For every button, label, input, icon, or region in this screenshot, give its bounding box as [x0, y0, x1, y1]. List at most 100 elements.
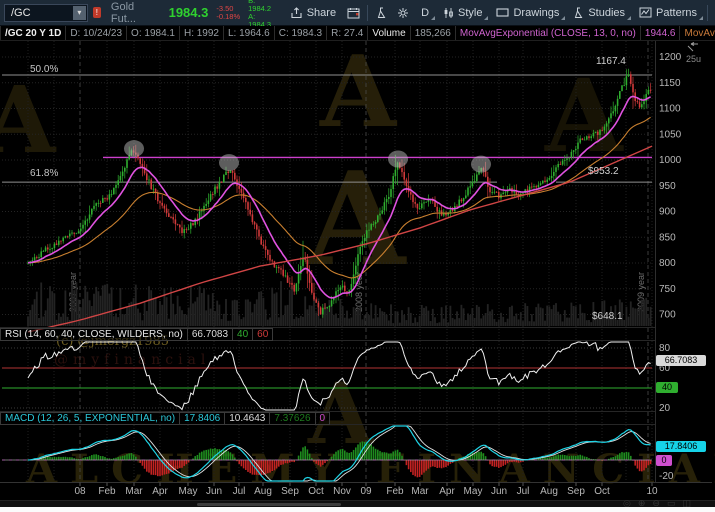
change-percent: -0.18%	[216, 13, 240, 21]
svg-text:Nov: Nov	[333, 486, 351, 497]
dropdown-corner-icon	[627, 16, 631, 20]
svg-text:Oct: Oct	[308, 486, 324, 497]
price-axis[interactable]: 1200115011001050100095090085080075070080…	[659, 52, 682, 482]
svg-text:Jun: Jun	[491, 486, 507, 497]
svg-text:950: 950	[659, 181, 676, 192]
svg-text:10: 10	[646, 486, 658, 497]
watermark-email: @myfinancial	[54, 352, 210, 368]
bid-value: B: 1984.2	[248, 0, 277, 13]
study-movavgexp-label[interactable]: MovAvgExponential (CLOSE, 13, 0, no)	[456, 26, 641, 40]
top-toolbar: /GC ▾ ! Gold Fut... 1984.3 -3.50 -0.18% …	[0, 0, 715, 26]
patterns-icon	[639, 7, 652, 18]
calendar-button[interactable]	[343, 4, 364, 22]
time-axis[interactable]: 08FebMarAprMayJunJulAugSepOctNov09FebMar…	[74, 483, 658, 498]
svg-text:Apr: Apr	[152, 486, 168, 497]
dropdown-corner-icon	[431, 16, 435, 20]
scrollbar-thumb[interactable]	[197, 503, 341, 506]
study-movavg-label[interactable]: MovAvg...	[680, 26, 715, 40]
svg-text:Oct: Oct	[594, 486, 610, 497]
price-callout-low: $648.1	[592, 311, 623, 322]
rsi-value: 66.7083	[188, 328, 233, 341]
fib-618-label[interactable]: 61.8%	[30, 168, 58, 179]
svg-text:1150: 1150	[659, 78, 681, 89]
toolbar-separator	[707, 5, 708, 21]
peak-ellipse-drawing[interactable]	[471, 156, 491, 173]
ohlc-low: L: 1964.6	[224, 26, 275, 40]
price-callout-high: 1167.4	[596, 56, 626, 67]
studies-button[interactable]: Studies	[566, 4, 632, 22]
share-label: Share	[307, 7, 336, 19]
macd-label[interactable]: MACD (12, 26, 5, EXPONENTIAL, no)	[0, 412, 180, 425]
fib-50-label[interactable]: 50.0%	[30, 64, 58, 75]
chart-title: /GC 20 Y 1D	[0, 26, 66, 40]
drawings-button[interactable]: Drawings	[489, 4, 566, 22]
rsi-header: RSI (14, 60, 40, CLOSE, WILDERS, no) 66.…	[0, 328, 273, 341]
fib-retracement-lines[interactable]	[2, 75, 652, 182]
price-callout-mid: $953.2	[588, 166, 619, 177]
flask-icon	[573, 7, 584, 19]
peak-ellipse-drawing[interactable]	[388, 150, 408, 167]
symbol-dropdown-icon[interactable]: ▾	[73, 6, 86, 20]
expansion-label: 25u	[686, 55, 701, 64]
timeframe-label: D	[421, 7, 429, 19]
share-button[interactable]: Share	[283, 4, 343, 22]
svg-text:900: 900	[659, 207, 676, 218]
svg-text:Jul: Jul	[517, 486, 530, 497]
macd-zero-badge: 0	[656, 455, 672, 466]
axis-tools[interactable]: 25u	[686, 42, 701, 64]
watermark-monogram: A	[0, 74, 55, 166]
share-icon	[290, 7, 303, 19]
macd-line	[28, 426, 651, 481]
svg-text:Apr: Apr	[439, 486, 455, 497]
timeframe-button[interactable]: D	[414, 4, 436, 22]
macd-zero-value: 0	[316, 412, 331, 425]
rsi-label[interactable]: RSI (14, 60, 40, CLOSE, WILDERS, no)	[0, 328, 188, 341]
study-movavgexp-value: 1944.6	[641, 26, 681, 40]
svg-text:750: 750	[659, 284, 676, 295]
svg-text:1050: 1050	[659, 129, 682, 140]
year-caption: 2007 year	[68, 272, 78, 312]
style-label: Style	[458, 7, 482, 19]
ohlc-open: O: 1984.1	[127, 26, 180, 40]
symbol-value[interactable]: /GC	[5, 7, 72, 19]
price-change: -3.50 -0.18%	[216, 5, 240, 21]
macd-header: MACD (12, 26, 5, EXPONENTIAL, no) 17.840…	[0, 412, 330, 425]
patterns-button[interactable]: Patterns	[632, 4, 704, 22]
svg-text:09: 09	[360, 486, 372, 497]
candlesticks	[27, 69, 651, 318]
volume-label: Volume	[368, 26, 410, 40]
year-caption: 2008 year	[354, 272, 364, 312]
peak-ellipse-drawing[interactable]	[219, 154, 239, 171]
toolbar-separator	[367, 5, 368, 21]
dropdown-corner-icon	[699, 16, 703, 20]
flask-icon	[376, 7, 387, 19]
peak-ellipse-drawing[interactable]	[124, 140, 144, 157]
rsi-overbought-level: 60	[253, 328, 273, 341]
pan-arrow-icon	[686, 42, 700, 53]
svg-text:Mar: Mar	[125, 486, 143, 497]
tests-button[interactable]	[371, 4, 392, 22]
rsi-line	[28, 342, 651, 410]
svg-text:Mar: Mar	[411, 486, 429, 497]
alert-icon[interactable]: !	[93, 7, 101, 18]
macd-signal-value: 10.4643	[225, 412, 270, 425]
settings-button[interactable]	[392, 4, 414, 22]
symbol-description: Gold Fut...	[111, 1, 157, 25]
macd-value: 17.8406	[180, 412, 225, 425]
black-box-drawing[interactable]	[497, 163, 556, 206]
dropdown-corner-icon	[484, 16, 488, 20]
patterns-label: Patterns	[656, 7, 697, 19]
svg-text:1000: 1000	[659, 155, 682, 166]
long-moving-average	[28, 146, 652, 332]
style-button[interactable]: Style	[436, 4, 489, 22]
svg-text:-20: -20	[659, 471, 674, 482]
ohlc-close: C: 1984.3	[275, 26, 327, 40]
studies-label: Studies	[588, 7, 625, 19]
watermark-monogram: A	[545, 66, 623, 166]
symbol-input[interactable]: /GC ▾	[4, 4, 88, 22]
drawings-label: Drawings	[513, 7, 559, 19]
svg-text:May: May	[464, 486, 483, 497]
volume-bars	[27, 281, 651, 326]
gear-icon	[397, 7, 409, 19]
ema13-line	[28, 96, 651, 298]
